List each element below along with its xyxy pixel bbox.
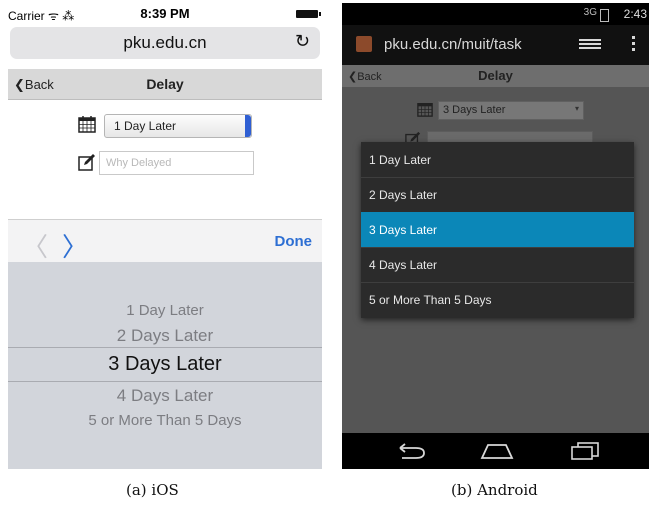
dialog-option[interactable]: 1 Day Later (361, 142, 634, 178)
delay-select-value: 3 Days Later (443, 104, 506, 116)
dialog-option-label: 3 Days Later (369, 223, 438, 237)
status-time: 2:43 (623, 7, 647, 21)
reason-placeholder: Why Delayed (106, 157, 172, 169)
address-url: pku.edu.cn (123, 33, 207, 52)
address-url[interactable]: pku.edu.cn/muit/task (384, 36, 522, 53)
battery-icon (296, 10, 321, 18)
reload-icon[interactable]: ↻ (295, 31, 310, 52)
dialog-option[interactable]: 5 or More Than 5 Days (361, 282, 634, 317)
android-nav-bar (342, 433, 649, 469)
android-screenshot: 3G 2:43 pku.edu.cn/muit/task ❮Back Delay… (342, 3, 649, 469)
back-arrow-icon[interactable] (394, 443, 428, 459)
dialog-option-label: 5 or More Than 5 Days (369, 293, 492, 307)
dialog-option[interactable]: 4 Days Later (361, 247, 634, 283)
delay-select[interactable]: 1 Day Later (104, 114, 252, 138)
dialog-option-label: 4 Days Later (369, 258, 438, 272)
ios-screenshot: Carrier ᯤ ⁂ 8:39 PM pku.edu.cn ↻ ❮Back D… (8, 3, 322, 469)
network-label: 3G (583, 7, 597, 18)
chevron-left-icon[interactable]: 〈 (22, 227, 48, 264)
chevron-down-icon: ▾ (574, 104, 579, 113)
picker-option[interactable]: 5 or More Than 5 Days (8, 412, 322, 429)
picker-option-selected[interactable]: 3 Days Later (8, 353, 322, 376)
chevron-right-icon[interactable]: 〉 (62, 227, 88, 264)
dialog-option[interactable]: 2 Days Later (361, 177, 634, 213)
dialog-option-label: 2 Days Later (369, 188, 438, 202)
delay-select[interactable]: 3 Days Later ▾ (438, 101, 584, 120)
page-navbar: ❮Back Delay (8, 69, 322, 100)
ios-status-bar: Carrier ᯤ ⁂ 8:39 PM (8, 3, 322, 25)
site-favicon-icon (356, 36, 372, 52)
done-button[interactable]: Done (275, 233, 313, 250)
picker-wheel[interactable]: 1 Day Later 2 Days Later 3 Days Later 4 … (8, 262, 322, 469)
home-icon[interactable] (480, 442, 514, 460)
battery-icon (600, 9, 609, 22)
picker-option[interactable]: 2 Days Later (8, 326, 322, 346)
reason-input[interactable]: Why Delayed (99, 151, 254, 175)
dialog-option-label: 1 Day Later (369, 153, 432, 167)
edit-icon (78, 154, 95, 171)
ios-caption: (a) iOS (126, 481, 179, 499)
page-title: Delay (146, 76, 184, 92)
picker-option[interactable]: 1 Day Later (8, 302, 322, 319)
android-status-bar: 3G 2:43 (342, 3, 649, 25)
calendar-icon (78, 116, 96, 133)
keyboard-accessory-bar: 〈 〉 Done (8, 219, 322, 263)
browser-action-bar: pku.edu.cn/muit/task (342, 25, 649, 65)
dialog-option-selected[interactable]: 3 Days Later (361, 212, 634, 248)
android-caption: (b) Android (451, 481, 538, 499)
recent-apps-icon[interactable] (570, 442, 600, 460)
page-title: Delay (478, 68, 513, 83)
page-navbar: ❮Back Delay (342, 65, 649, 87)
select-caret-icon (245, 115, 251, 137)
calendar-icon (417, 103, 433, 117)
address-bar[interactable]: pku.edu.cn ↻ (10, 27, 320, 59)
overflow-menu-icon[interactable] (632, 36, 635, 52)
delay-select-value: 1 Day Later (114, 119, 177, 133)
status-time: 8:39 PM (140, 6, 190, 21)
tabs-icon[interactable] (579, 39, 601, 51)
delay-options-dialog: 1 Day Later 2 Days Later 3 Days Later 4 … (361, 142, 634, 318)
picker-option[interactable]: 4 Days Later (8, 386, 322, 406)
